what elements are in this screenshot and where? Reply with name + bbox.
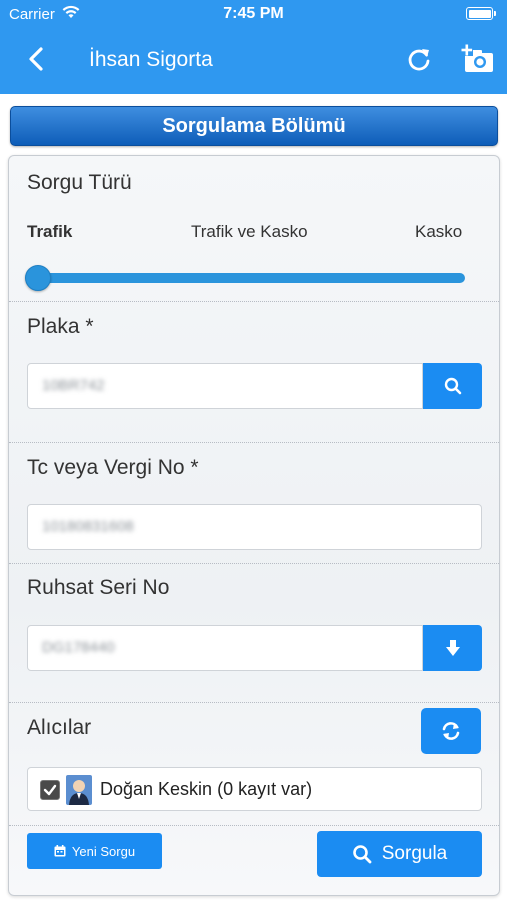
query-type-label: Sorgu Türü bbox=[27, 171, 132, 194]
segment-option-trafik-kasko[interactable]: Trafik ve Kasko bbox=[191, 222, 308, 242]
new-query-button[interactable]: Yeni Sorgu bbox=[27, 833, 162, 869]
segment-option-trafik[interactable]: Trafik bbox=[27, 222, 72, 242]
arrow-down-icon bbox=[445, 640, 460, 656]
recipients-label: Alıcılar bbox=[27, 716, 92, 739]
refresh-icon[interactable] bbox=[405, 46, 433, 74]
divider bbox=[9, 442, 499, 443]
query-submit-label: Sorgula bbox=[381, 843, 448, 864]
tc-tax-label: Tc veya Vergi No * bbox=[27, 456, 199, 479]
new-query-label: Yeni Sorgu bbox=[71, 843, 136, 859]
divider bbox=[9, 301, 499, 302]
query-form-panel: Sorgu Türü Trafik Trafik ve Kasko Kasko … bbox=[8, 155, 500, 896]
divider bbox=[9, 702, 499, 703]
section-header: Sorgulama Bölümü bbox=[10, 106, 498, 146]
plate-label: Plaka * bbox=[27, 315, 94, 338]
sync-icon bbox=[442, 722, 460, 740]
tc-tax-value: 10180831608 bbox=[42, 518, 134, 535]
license-serial-label: Ruhsat Seri No bbox=[27, 576, 170, 599]
battery-icon bbox=[466, 7, 496, 20]
license-serial-dropdown-button[interactable] bbox=[423, 625, 482, 671]
search-icon bbox=[444, 377, 461, 395]
query-type-slider-track[interactable] bbox=[31, 273, 465, 283]
navigation-bar: Carrier 7:45 PM İhsan Sigorta bbox=[0, 0, 507, 94]
clock: 7:45 PM bbox=[223, 5, 284, 22]
plate-input[interactable]: 10BR742 bbox=[27, 363, 423, 409]
add-photo-icon[interactable] bbox=[461, 44, 495, 74]
back-arrow-icon[interactable] bbox=[22, 44, 52, 74]
divider bbox=[9, 563, 499, 564]
segment-option-kasko[interactable]: Kasko bbox=[415, 222, 462, 242]
recipient-name: Doğan Keskin (0 kayıt var) bbox=[100, 779, 313, 799]
plate-search-button[interactable] bbox=[423, 363, 482, 409]
page-title: İhsan Sigorta bbox=[89, 48, 213, 71]
recipient-item[interactable]: Doğan Keskin (0 kayıt var) bbox=[27, 767, 482, 811]
tc-tax-input[interactable]: 10180831608 bbox=[27, 504, 482, 550]
calendar-icon bbox=[54, 845, 66, 857]
license-serial-value: DG178440 bbox=[42, 639, 115, 656]
plate-value: 10BR742 bbox=[42, 377, 105, 394]
license-serial-input[interactable]: DG178440 bbox=[27, 625, 423, 671]
divider bbox=[9, 825, 499, 826]
search-icon bbox=[352, 845, 372, 864]
query-submit-button[interactable]: Sorgula bbox=[317, 831, 482, 877]
status-bar: Carrier 7:45 PM bbox=[0, 0, 507, 30]
check-icon bbox=[43, 784, 57, 796]
recipient-checkbox[interactable] bbox=[40, 780, 60, 800]
user-avatar-icon bbox=[66, 775, 92, 805]
query-type-slider-knob[interactable] bbox=[25, 265, 51, 291]
recipients-refresh-button[interactable] bbox=[421, 708, 481, 754]
